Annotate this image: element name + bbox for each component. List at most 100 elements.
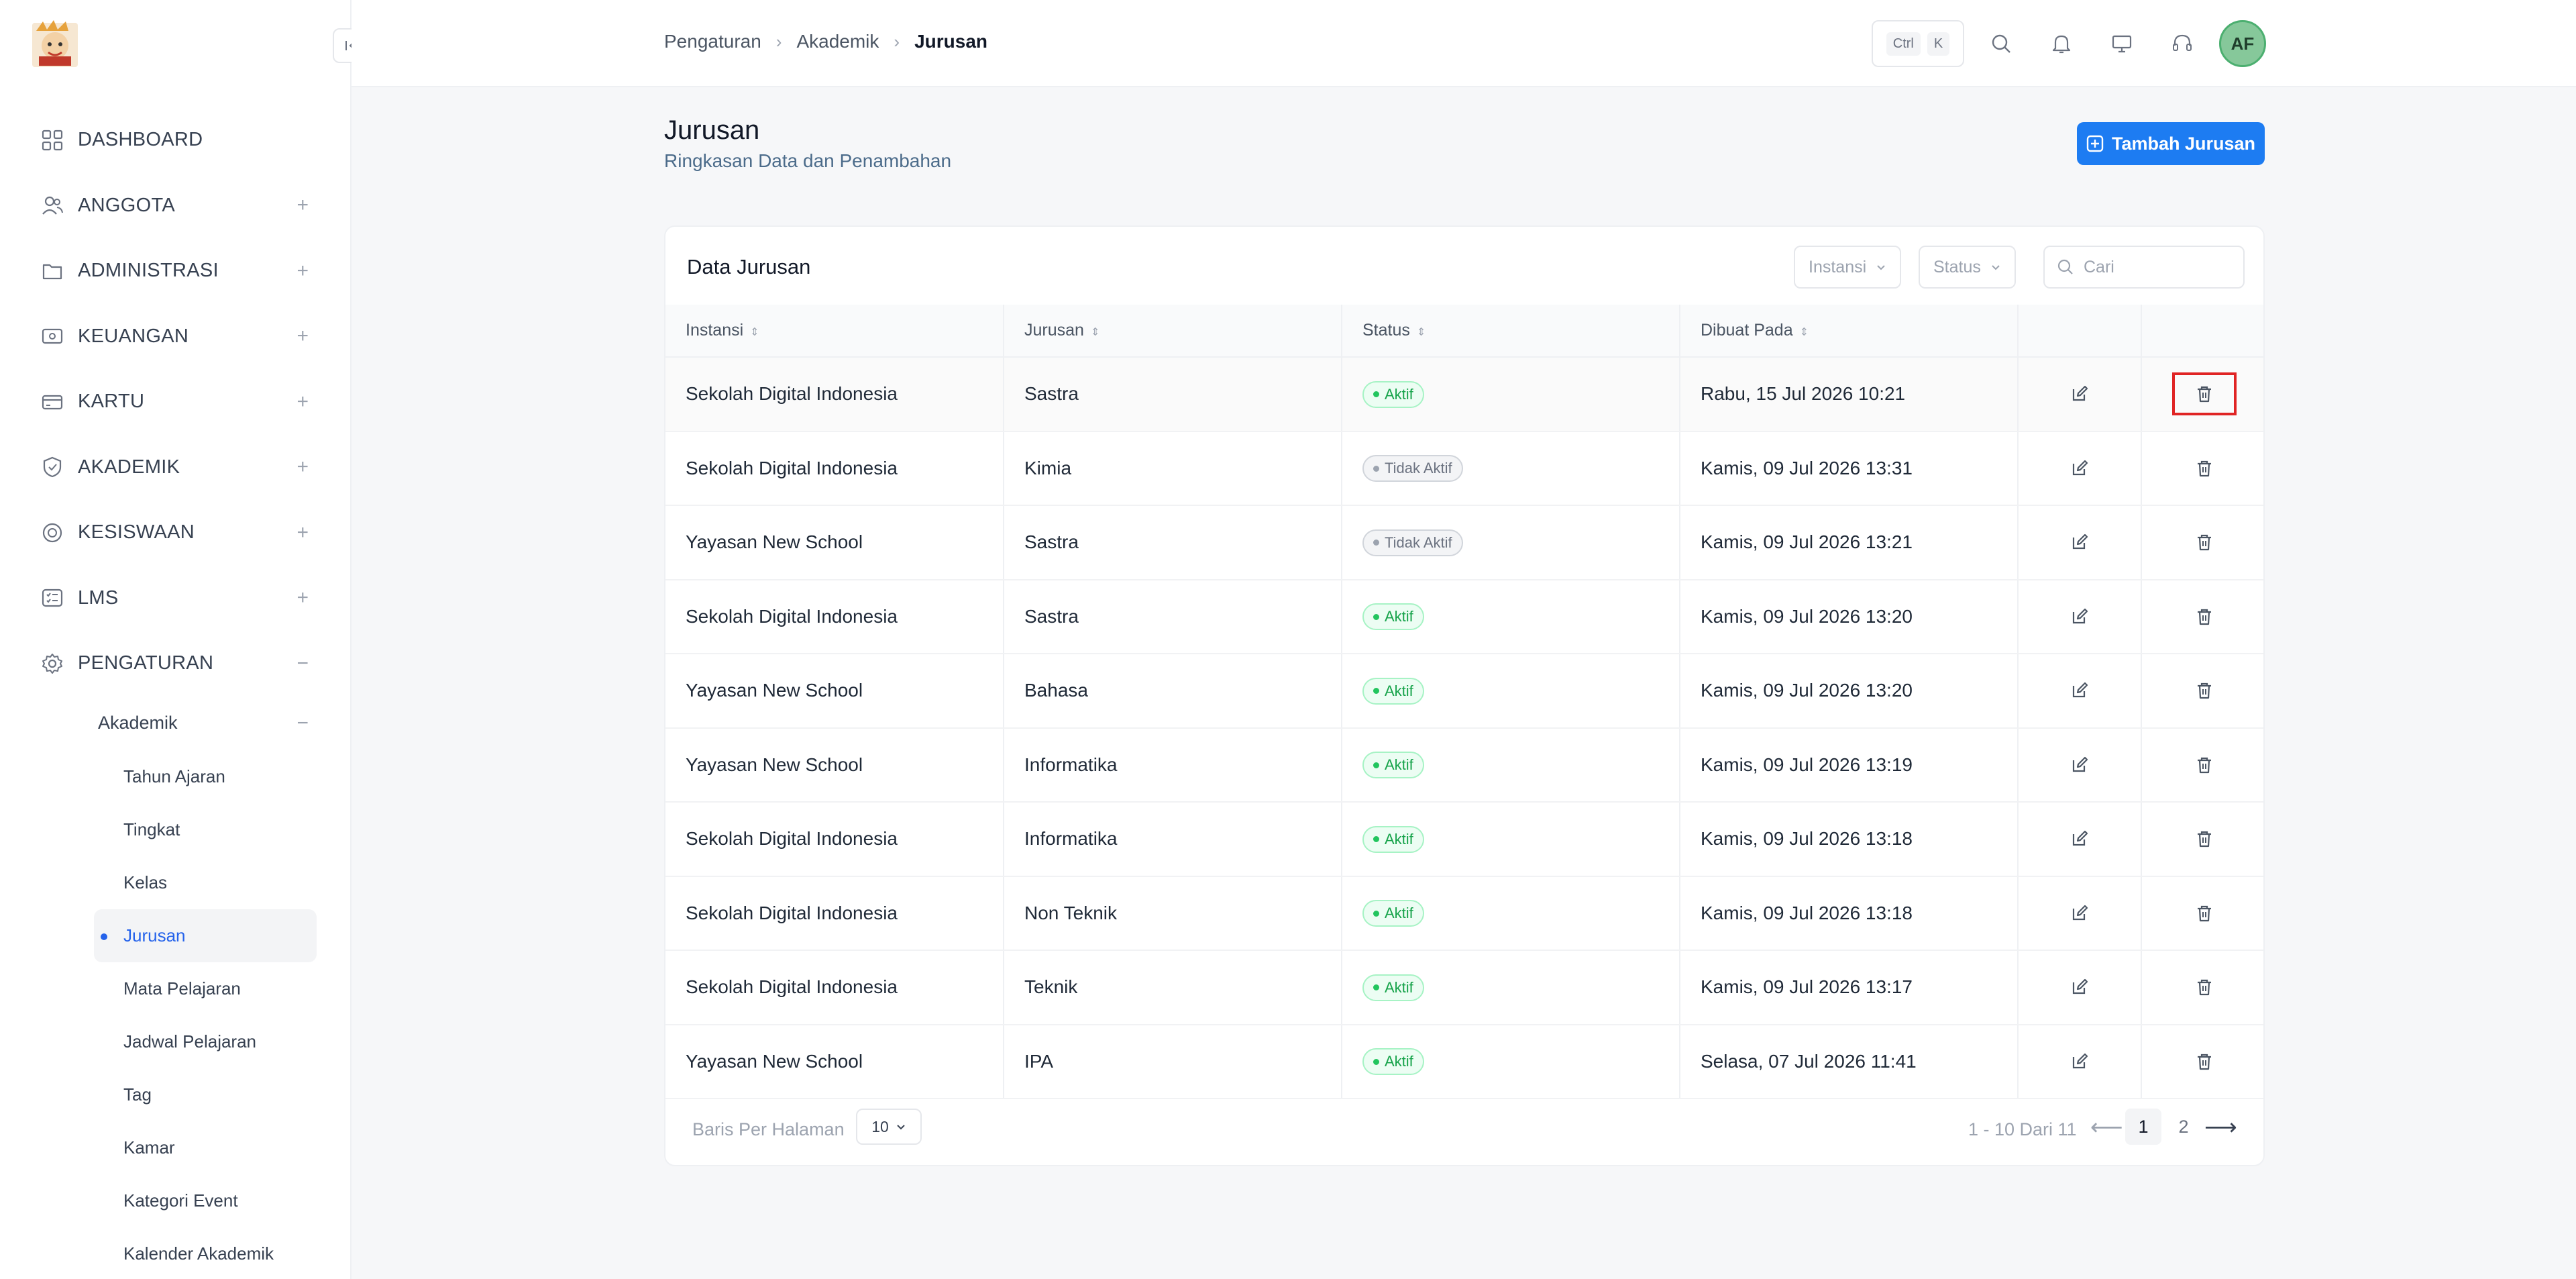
delete-icon[interactable] [2188, 897, 2220, 929]
expand-icon[interactable]: + [297, 456, 309, 478]
column-header-delete [2141, 305, 2263, 358]
search-icon[interactable] [1987, 30, 2015, 58]
sidebar-item-tag[interactable]: Tag [0, 1068, 352, 1121]
sidebar-item-mata-pelajaran[interactable]: Mata Pelajaran [0, 962, 352, 1015]
status-badge-label: Aktif [1385, 682, 1413, 699]
rows-per-page-label: Baris Per Halaman [692, 1119, 845, 1139]
sidebar-item-tahun-ajaran[interactable]: Tahun Ajaran [0, 750, 352, 803]
expand-icon[interactable]: + [297, 194, 309, 217]
mascot-logo-icon[interactable] [30, 19, 80, 70]
status-dot-icon [1373, 984, 1379, 990]
status-badge: Aktif [1362, 900, 1424, 927]
delete-icon[interactable] [2188, 452, 2220, 484]
delete-icon[interactable] [2188, 526, 2220, 558]
add-jurusan-button[interactable]: Tambah Jurusan [2077, 122, 2265, 165]
expand-icon[interactable]: + [297, 391, 309, 413]
page-button-1[interactable]: 1 [2125, 1109, 2161, 1145]
cell-dibuat-pada: Kamis, 09 Jul 2026 13:18 [1680, 876, 2019, 951]
sidebar-item-anggota[interactable]: ANGGOTA + [0, 173, 352, 239]
instansi-filter[interactable]: Instansi [1794, 246, 1902, 289]
search-field[interactable] [2043, 246, 2245, 289]
delete-icon[interactable] [2188, 749, 2220, 781]
column-header-instansi[interactable]: Instansi ⇕ [665, 305, 1004, 358]
chevron-down-icon [1877, 265, 1885, 270]
sidebar-item-akademik[interactable]: AKADEMIK + [0, 435, 352, 501]
expand-icon[interactable]: + [297, 260, 309, 283]
edit-icon[interactable] [2063, 674, 2096, 707]
bell-icon[interactable] [2047, 30, 2076, 58]
next-page-arrow-icon[interactable]: ⟶ [2204, 1114, 2237, 1141]
collapse-icon[interactable]: − [297, 652, 309, 675]
sidebar-group-akademik[interactable]: Akademik − [0, 697, 352, 750]
sidebar-item-administrasi[interactable]: ADMINISTRASI + [0, 238, 352, 304]
sidebar-item-dashboard[interactable]: DASHBOARD [0, 107, 352, 173]
delete-icon[interactable] [2171, 372, 2237, 416]
delete-icon[interactable] [2188, 1045, 2220, 1078]
sidebar-item-kelas[interactable]: Kelas [0, 856, 352, 909]
search-input[interactable] [2084, 257, 2231, 277]
edit-icon[interactable] [2063, 452, 2096, 484]
edit-icon[interactable] [2063, 601, 2096, 633]
sidebar-item-kartu[interactable]: KARTU + [0, 369, 352, 435]
kbd-ctrl: Ctrl [1886, 32, 1921, 56]
sidebar-item-kesiswaan[interactable]: KESISWAAN + [0, 500, 352, 566]
prev-page-arrow-icon[interactable]: ⟵ [2090, 1114, 2123, 1141]
delete-icon[interactable] [2188, 674, 2220, 707]
status-badge: Aktif [1362, 677, 1424, 705]
command-palette-shortcut[interactable]: Ctrl K [1872, 20, 1964, 67]
expand-icon[interactable]: + [297, 521, 309, 544]
avatar[interactable]: AF [2219, 20, 2266, 67]
sidebar-item-kalender-akademik[interactable]: Kalender Akademik [0, 1227, 352, 1279]
cell-dibuat-pada: Rabu, 15 Jul 2026 10:21 [1680, 357, 2019, 432]
topbar: Pengaturan › Akademik › Jurusan Ctrl K A… [352, 0, 2576, 87]
column-header-jurusan[interactable]: Jurusan ⇕ [1004, 305, 1342, 358]
column-header-dibuat-pada[interactable]: Dibuat Pada ⇕ [1680, 305, 2019, 358]
sidebar-item-kamar[interactable]: Kamar [0, 1121, 352, 1174]
shield-icon [40, 455, 64, 479]
rows-per-page-select[interactable]: 10 [856, 1109, 922, 1145]
cell-jurusan: Non Teknik [1004, 876, 1342, 951]
cell-dibuat-pada: Kamis, 09 Jul 2026 13:20 [1680, 654, 2019, 729]
page-button-2[interactable]: 2 [2165, 1109, 2202, 1145]
collapse-icon[interactable]: − [297, 712, 309, 735]
sidebar-item-jurusan[interactable]: Jurusan [94, 909, 317, 962]
sidebar-item-keuangan[interactable]: KEUANGAN + [0, 304, 352, 370]
status-filter[interactable]: Status [1919, 246, 2016, 289]
edit-icon[interactable] [2063, 897, 2096, 929]
edit-icon[interactable] [2063, 1045, 2096, 1078]
cell-jurusan: Sastra [1004, 579, 1342, 654]
breadcrumb-item[interactable]: Akademik [796, 31, 879, 52]
table-header-row: Instansi ⇕ Jurusan ⇕ Status ⇕ Dibuat Pada ⇕ [665, 305, 2263, 358]
cell-jurusan: Kimia [1004, 431, 1342, 506]
headset-icon[interactable] [2168, 30, 2196, 58]
cell-instansi: Yayasan New School [665, 727, 1004, 803]
cell-delete [2141, 579, 2263, 654]
column-header-status[interactable]: Status ⇕ [1342, 305, 1680, 358]
cell-jurusan: Sastra [1004, 505, 1342, 580]
table-row: Yayasan New School Informatika Aktif Kamis,… [665, 727, 2263, 803]
breadcrumb-item[interactable]: Pengaturan [664, 31, 761, 52]
edit-icon[interactable] [2063, 823, 2096, 855]
expand-icon[interactable]: + [297, 586, 309, 609]
cell-dibuat-pada: Selasa, 07 Jul 2026 11:41 [1680, 1024, 2019, 1099]
sidebar-item-jadwal-pelajaran[interactable]: Jadwal Pelajaran [0, 1015, 352, 1068]
delete-icon[interactable] [2188, 823, 2220, 855]
sidebar-item-pengaturan[interactable]: PENGATURAN − [0, 631, 352, 697]
edit-icon[interactable] [2063, 749, 2096, 781]
edit-icon[interactable] [2063, 971, 2096, 1003]
edit-icon[interactable] [2063, 378, 2096, 410]
sidebar-item-label: AKADEMIK [78, 456, 180, 478]
monitor-icon[interactable] [2108, 30, 2136, 58]
delete-icon[interactable] [2188, 601, 2220, 633]
sidebar-item-tingkat[interactable]: Tingkat [0, 803, 352, 856]
sidebar-item-lms[interactable]: LMS + [0, 566, 352, 631]
cell-delete [2141, 431, 2263, 506]
cell-instansi: Sekolah Digital Indonesia [665, 950, 1004, 1025]
edit-icon[interactable] [2063, 526, 2096, 558]
status-badge-label: Aktif [1385, 756, 1413, 773]
sidebar-item-kategori-event[interactable]: Kategori Event [0, 1174, 352, 1227]
status-dot-icon [1373, 391, 1379, 397]
expand-icon[interactable]: + [297, 325, 309, 348]
delete-icon[interactable] [2188, 971, 2220, 1003]
badge-icon [40, 521, 64, 545]
